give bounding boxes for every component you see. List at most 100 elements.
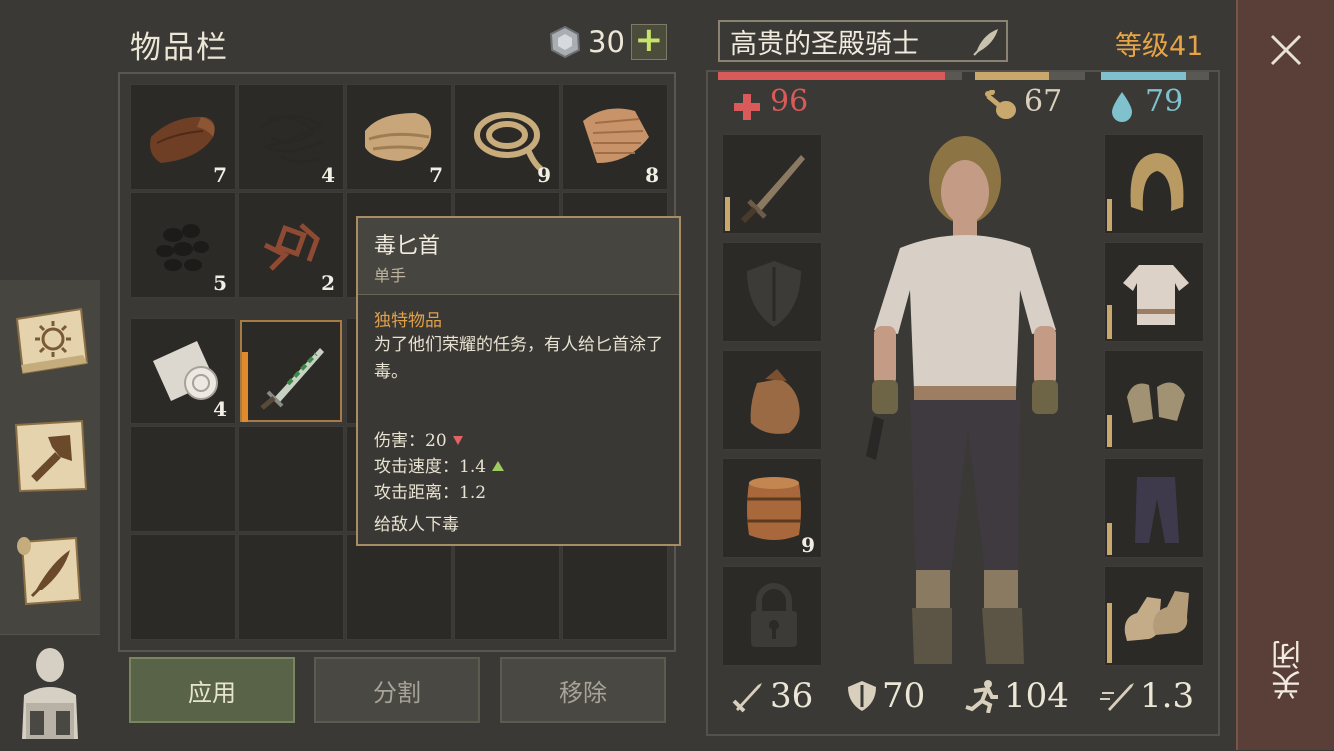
stat-label: 伤害： — [374, 431, 425, 451]
durability-bar — [1107, 305, 1112, 339]
inventory-slot[interactable] — [130, 426, 236, 532]
shirt-icon — [1123, 265, 1189, 325]
attack-speed-value: 1.3 — [1140, 676, 1195, 716]
item-count: 5 — [213, 271, 227, 295]
inventory-slot[interactable] — [238, 534, 344, 640]
side-tab-crafting[interactable] — [8, 413, 94, 499]
hammer-map-icon — [14, 419, 88, 493]
running-man-icon — [965, 680, 998, 713]
inventory-slot[interactable]: 5 — [130, 192, 236, 298]
attack-stat: 36 — [732, 676, 813, 716]
tooltip-description: 为了他们荣耀的任务，有人给匕首涂了毒。 — [374, 335, 663, 382]
rename-feather-icon[interactable] — [970, 25, 1002, 57]
item-count: 4 — [321, 163, 335, 187]
poison-dagger-icon — [260, 348, 324, 410]
inventory-slot[interactable]: 7 — [130, 84, 236, 190]
side-tab-inventory[interactable] — [0, 634, 100, 751]
equip-slot-locked[interactable] — [722, 566, 822, 666]
remove-button[interactable]: 移除 — [500, 657, 666, 723]
sack-icon — [750, 369, 800, 434]
equip-slot-feet[interactable] — [1104, 566, 1204, 666]
character-name: 高贵的圣殿骑士 — [730, 28, 919, 60]
equip-slot-hands[interactable] — [1104, 350, 1204, 450]
sword-icon — [740, 155, 805, 224]
tooltip-stat-attack-range: 攻击距离：1.2 — [374, 478, 486, 503]
gem-currency-icon — [549, 25, 581, 59]
side-tab-skills[interactable] — [8, 298, 94, 384]
inventory-slot[interactable]: 7 — [346, 84, 452, 190]
durability-bar — [1107, 415, 1112, 447]
character-level: 等级41 — [1115, 31, 1204, 62]
scroll-quill-icon — [17, 536, 82, 606]
stat-value: 1.2 — [459, 483, 487, 503]
pants-icon — [1135, 477, 1179, 543]
equip-slot-chest[interactable] — [1104, 242, 1204, 342]
inventory-slot[interactable]: 8 — [562, 84, 668, 190]
stat-value: 20 — [425, 431, 447, 451]
equip-slot-shield[interactable] — [722, 242, 822, 342]
inventory-slot[interactable] — [130, 534, 236, 640]
durability-bar — [242, 352, 248, 422]
inventory-slot[interactable]: 9 — [454, 84, 560, 190]
lock-icon — [751, 583, 797, 647]
close-panel[interactable]: 关闭 — [1236, 0, 1334, 750]
gloves-icon — [1127, 382, 1185, 423]
tooltip-stat-attack-speed: 攻击速度：1.4 — [374, 452, 505, 477]
tooltip-item-name: 毒匕首 — [374, 234, 441, 259]
item-count: 9 — [537, 163, 551, 187]
inventory-slot[interactable] — [562, 534, 668, 640]
item-count: 9 — [801, 533, 815, 557]
apply-button[interactable]: 应用 — [129, 657, 295, 723]
speed-value: 104 — [1004, 676, 1069, 716]
durability-bar — [725, 197, 730, 231]
inventory-slot[interactable] — [454, 534, 560, 640]
tooltip-effect: 给敌人下毒 — [374, 515, 459, 535]
attack-value: 36 — [770, 676, 814, 716]
equip-slot-bag[interactable] — [722, 350, 822, 450]
item-count: 7 — [429, 163, 443, 187]
sword-attack-icon — [732, 683, 762, 713]
currency-amount: 30 — [588, 25, 625, 59]
stat-label: 攻击速度： — [374, 457, 459, 477]
hood-icon — [1130, 153, 1184, 211]
inventory-slot[interactable]: 2 — [238, 192, 344, 298]
close-icon[interactable] — [1268, 32, 1304, 68]
add-currency-button[interactable]: + — [630, 23, 667, 60]
shield-defense-icon — [848, 681, 876, 711]
shield-placeholder-icon — [747, 261, 801, 327]
inventory-slot[interactable] — [346, 534, 452, 640]
currency-display: 30 + — [548, 23, 667, 60]
defense-value: 70 — [882, 676, 926, 716]
tooltip-stat-damage: 伤害：20 — [374, 426, 464, 451]
item-count: 7 — [213, 163, 227, 187]
character-name-field[interactable]: 高贵的圣殿骑士 — [718, 20, 1008, 62]
attack-speed-stat: 1.3 — [1100, 676, 1194, 716]
swift-sword-icon — [1100, 683, 1134, 711]
equip-slot-head[interactable] — [1104, 134, 1204, 234]
tooltip-item-type: 单手 — [374, 266, 407, 285]
arrow-up-icon — [492, 461, 505, 471]
boots-icon — [1124, 591, 1189, 641]
inventory-slot[interactable] — [238, 426, 344, 532]
durability-bar — [1107, 523, 1112, 555]
split-button[interactable]: 分割 — [314, 657, 480, 723]
inventory-title: 物品栏 — [130, 30, 229, 66]
item-count: 8 — [645, 163, 659, 187]
speed-stat: 104 — [964, 676, 1069, 716]
stat-value: 1.4 — [459, 457, 487, 477]
equip-slot-legs[interactable] — [1104, 458, 1204, 558]
sun-book-icon — [15, 307, 89, 375]
inventory-slot[interactable]: 4 — [130, 318, 236, 424]
inventory-slot[interactable]: 4 — [238, 84, 344, 190]
durability-bar — [1107, 603, 1112, 663]
character-backpack-icon — [22, 648, 78, 739]
character-model — [866, 136, 1058, 664]
close-label: 关闭 — [1272, 640, 1307, 700]
item-count: 2 — [321, 271, 335, 295]
equip-slot-weapon[interactable] — [722, 134, 822, 234]
item-tooltip: 毒匕首 单手 独特物品 为了他们荣耀的任务，有人给匕首涂了毒。 伤害：20 攻击… — [356, 216, 681, 546]
inventory-slot-selected[interactable] — [240, 320, 342, 422]
side-tab-journal[interactable] — [8, 528, 94, 614]
equip-slot-consumable[interactable]: 9 — [722, 458, 822, 558]
side-tab-bar-top — [0, 0, 100, 280]
